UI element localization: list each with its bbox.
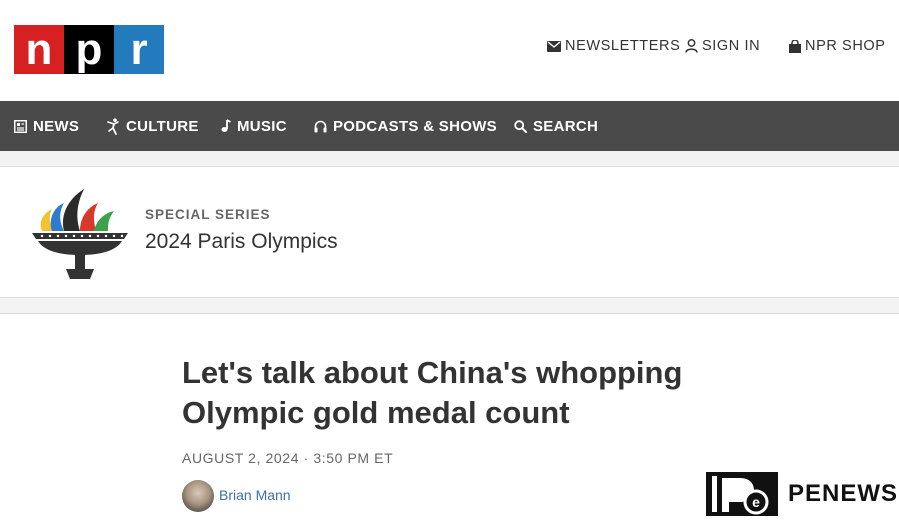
divider-line — [0, 313, 899, 314]
nav-item-music[interactable]: MUSIC — [221, 101, 287, 151]
nav-item-podcasts-shows[interactable]: PODCASTS & SHOWS — [314, 101, 497, 151]
olympic-cauldron-icon[interactable] — [28, 183, 130, 281]
nav-label-culture: CULTURE — [126, 117, 199, 135]
sign-in-label: SIGN IN — [702, 38, 761, 54]
nav-label-podcasts-shows: PODCASTS & SHOWS — [333, 117, 497, 135]
headphones-icon — [314, 120, 327, 132]
section-divider — [0, 151, 899, 166]
sign-in-link[interactable]: SIGN IN — [685, 38, 760, 54]
divider-line — [0, 166, 899, 167]
search-icon — [514, 119, 527, 133]
npr-shop-label: NPR SHOP — [805, 38, 886, 54]
logo-letter-r: r — [114, 25, 164, 74]
nav-label-music: MUSIC — [237, 117, 287, 135]
logo-letter-p: p — [64, 25, 114, 74]
author-avatar[interactable] — [182, 480, 214, 512]
article-headline: Let's talk about China's whopping Olympi… — [182, 355, 683, 430]
dancer-icon — [107, 117, 119, 135]
penews-logo-icon: e — [706, 472, 778, 516]
svg-text:e: e — [752, 494, 760, 510]
envelope-icon — [547, 40, 561, 52]
nav-item-search[interactable]: SEARCH — [514, 101, 598, 151]
npr-shop-link[interactable]: NPR SHOP — [789, 38, 886, 54]
nav-label-news: NEWS — [33, 117, 80, 135]
main-nav: NEWS CULTURE MUSIC PODCASTS & SHOWS SEAR… — [0, 101, 899, 151]
logo-letter-n: n — [14, 25, 64, 74]
site-header: n p r NEWSLETTERS SIGN IN NPR SHOP — [0, 0, 899, 101]
newspaper-icon — [14, 119, 27, 133]
series-kicker: SPECIAL SERIES — [145, 207, 271, 222]
music-note-icon — [221, 119, 231, 132]
user-icon — [685, 39, 698, 53]
nav-item-news[interactable]: NEWS — [14, 101, 79, 151]
npr-logo[interactable]: n p r — [14, 25, 164, 74]
penews-watermark: e PENEWS — [706, 472, 898, 516]
newsletters-link[interactable]: NEWSLETTERS — [547, 38, 680, 54]
shopping-bag-icon — [789, 39, 801, 53]
author-byline-link[interactable]: Brian Mann — [219, 487, 291, 503]
newsletters-label: NEWSLETTERS — [565, 38, 681, 54]
series-title[interactable]: 2024 Paris Olympics — [145, 230, 338, 254]
watermark-text: PENEWS — [788, 480, 899, 507]
section-divider — [0, 298, 899, 313]
nav-label-search: SEARCH — [533, 117, 599, 135]
nav-item-culture[interactable]: CULTURE — [106, 101, 199, 151]
article-dateline: AUGUST 2, 2024 · 3:50 PM ET — [182, 450, 394, 466]
